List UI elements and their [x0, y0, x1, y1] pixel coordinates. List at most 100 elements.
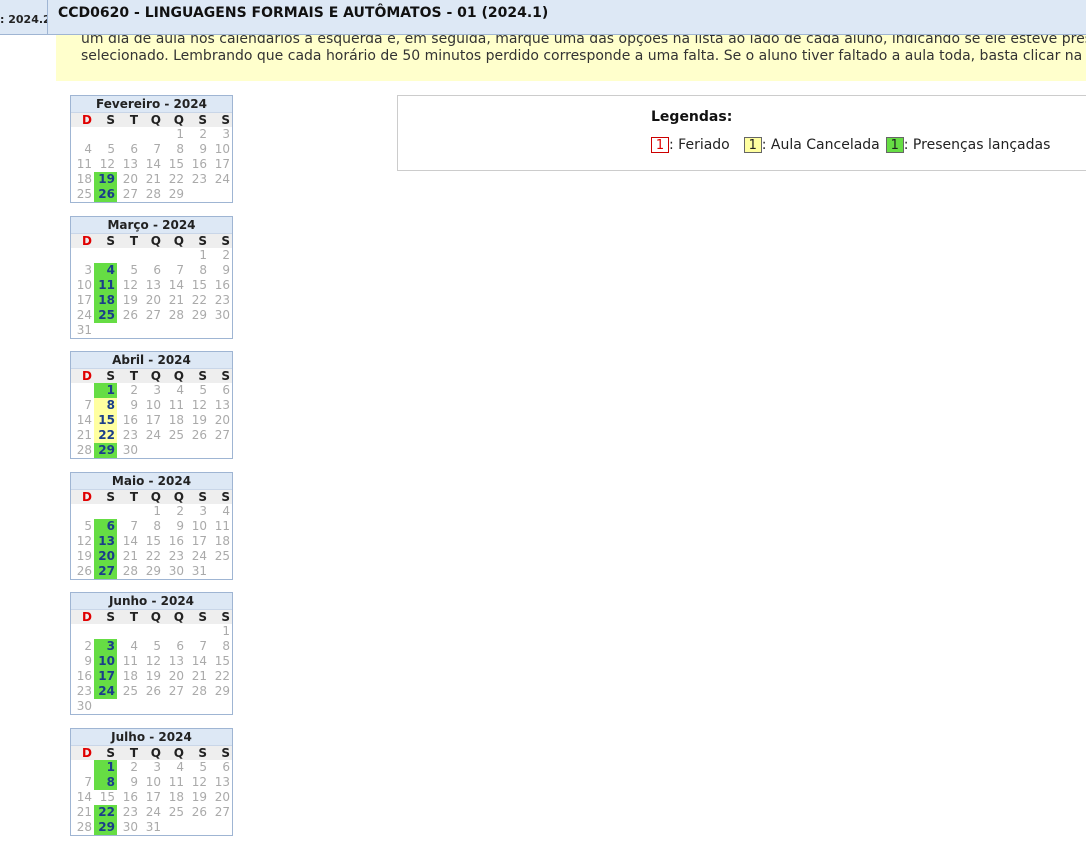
day-cell: 3	[222, 127, 230, 141]
day-cell: 12	[99, 157, 115, 171]
day-cell[interactable]: 8	[94, 398, 117, 413]
day-cell[interactable]: 1	[94, 383, 117, 398]
weekday-header: T	[117, 746, 140, 760]
day-cell[interactable]: 24	[94, 684, 117, 699]
day-cell: 24	[76, 308, 92, 322]
weekday-header: S	[94, 234, 117, 248]
weekday-header: Q	[140, 369, 163, 383]
month-grid: D S T Q Q S S 1 2 3 4 5 6 7 8 9 10 11 12 13 14 15 16 17 18 19 20 21…	[71, 746, 232, 835]
empty-day-cell	[94, 127, 117, 142]
empty-day-cell	[94, 248, 117, 263]
day-cell: 7	[153, 142, 161, 156]
day-cell: 14	[168, 278, 184, 292]
day-cell: 3	[153, 383, 161, 397]
day-cell: 21	[122, 549, 138, 563]
day-cell: 26	[122, 308, 138, 322]
day-cell: 29	[145, 564, 161, 578]
day-cell: 17	[191, 534, 207, 548]
day-cell: 12	[145, 654, 161, 668]
month-grid: D S T Q Q S S 1 2 3 4 5 6 7 8 9 10 11 12 13 14 15 16 17 18 19 20 21…	[71, 113, 232, 202]
day-cell[interactable]: 20	[94, 549, 117, 564]
day-cell: 13	[122, 157, 138, 171]
day-cell: 13	[145, 278, 161, 292]
day-cell[interactable]: 26	[94, 187, 117, 202]
day-cell: 11	[76, 157, 92, 171]
weekday-header: S	[94, 610, 117, 624]
empty-day-cell	[117, 248, 140, 263]
legend-items: 1 : Feriado 1 : Aula Cancelada 1 : Prese…	[651, 137, 1050, 153]
day-cell[interactable]: 27	[94, 564, 117, 579]
day-cell: 23	[76, 684, 92, 698]
day-cell[interactable]: 17	[94, 669, 117, 684]
course-title: CCD0620 - LINGUAGENS FORMAIS E AUTÔMATOS…	[58, 5, 549, 21]
day-cell: 22	[191, 293, 207, 307]
day-cell[interactable]: 1	[94, 760, 117, 775]
empty-day-cell	[94, 504, 117, 519]
day-cell: 17	[76, 293, 92, 307]
weekday-header: D	[71, 490, 94, 504]
month-title: Março - 2024	[71, 217, 232, 234]
day-cell[interactable]: 10	[94, 654, 117, 669]
period-label[interactable]: : 2024.2	[0, 0, 48, 35]
day-cell: 15	[214, 654, 230, 668]
day-cell: 4	[176, 760, 184, 774]
month-calendar: Fevereiro - 2024 D S T Q Q S S 1 2 3 4 5 6 7 8 9 10 11 12 13…	[70, 95, 233, 203]
empty-day-cell	[163, 624, 186, 639]
month-calendar: Maio - 2024 D S T Q Q S S 1 2 3 4 5 6 7 8 9 10 11 12 13 14 15 1…	[70, 472, 233, 580]
day-cell[interactable]: 11	[94, 278, 117, 293]
day-cell: 20	[145, 293, 161, 307]
month-title: Abril - 2024	[71, 352, 232, 369]
day-cell[interactable]: 13	[94, 534, 117, 549]
day-cell: 24	[145, 428, 161, 442]
instructions-line-2: selecionado. Lembrando que cada horário …	[81, 48, 1083, 64]
day-cell: 5	[153, 639, 161, 653]
day-cell[interactable]: 22	[94, 805, 117, 820]
day-cell: 17	[145, 413, 161, 427]
present-legend-label: : Presenças lançadas	[903, 137, 1051, 153]
day-cell: 5	[199, 760, 207, 774]
day-cell: 13	[214, 775, 230, 789]
weekday-header: T	[117, 234, 140, 248]
day-cell[interactable]: 8	[94, 775, 117, 790]
weekday-header: S	[186, 746, 209, 760]
day-cell[interactable]: 19	[94, 172, 117, 187]
day-cell: 14	[76, 413, 92, 427]
day-cell: 7	[176, 263, 184, 277]
day-cell[interactable]: 25	[94, 308, 117, 323]
day-cell[interactable]: 4	[94, 263, 117, 278]
legend-panel: Legendas: 1 : Feriado 1 : Aula Cancelada…	[397, 95, 1086, 171]
day-cell[interactable]: 15	[94, 413, 117, 428]
day-cell: 30	[122, 443, 138, 457]
day-cell[interactable]: 29	[94, 820, 117, 835]
day-cell: 3	[84, 263, 92, 277]
weekday-header: Q	[140, 234, 163, 248]
holiday-legend-label: : Feriado	[669, 137, 730, 153]
day-cell: 2	[130, 383, 138, 397]
day-cell: 25	[214, 549, 230, 563]
day-cell: 12	[122, 278, 138, 292]
day-cell: 5	[107, 142, 115, 156]
day-cell: 4	[84, 142, 92, 156]
day-cell: 1	[199, 248, 207, 262]
day-cell: 8	[199, 263, 207, 277]
day-cell: 28	[145, 187, 161, 201]
day-cell: 30	[214, 308, 230, 322]
day-cell: 24	[191, 549, 207, 563]
day-cell[interactable]: 3	[94, 639, 117, 654]
course-header-bar: : 2024.2 CCD0620 - LINGUAGENS FORMAIS E …	[0, 0, 1086, 35]
day-cell[interactable]: 29	[94, 443, 117, 458]
weekday-header: S	[209, 490, 232, 504]
day-cell: 18	[168, 790, 184, 804]
day-cell[interactable]: 18	[94, 293, 117, 308]
day-cell: 7	[199, 639, 207, 653]
day-cell: 9	[222, 263, 230, 277]
day-cell: 10	[214, 142, 230, 156]
day-cell: 2	[199, 127, 207, 141]
weekday-header: S	[94, 113, 117, 127]
day-cell: 13	[214, 398, 230, 412]
day-cell[interactable]: 22	[94, 428, 117, 443]
weekday-header: T	[117, 369, 140, 383]
day-cell[interactable]: 6	[94, 519, 117, 534]
day-cell: 16	[122, 790, 138, 804]
weekday-header: Q	[163, 113, 186, 127]
